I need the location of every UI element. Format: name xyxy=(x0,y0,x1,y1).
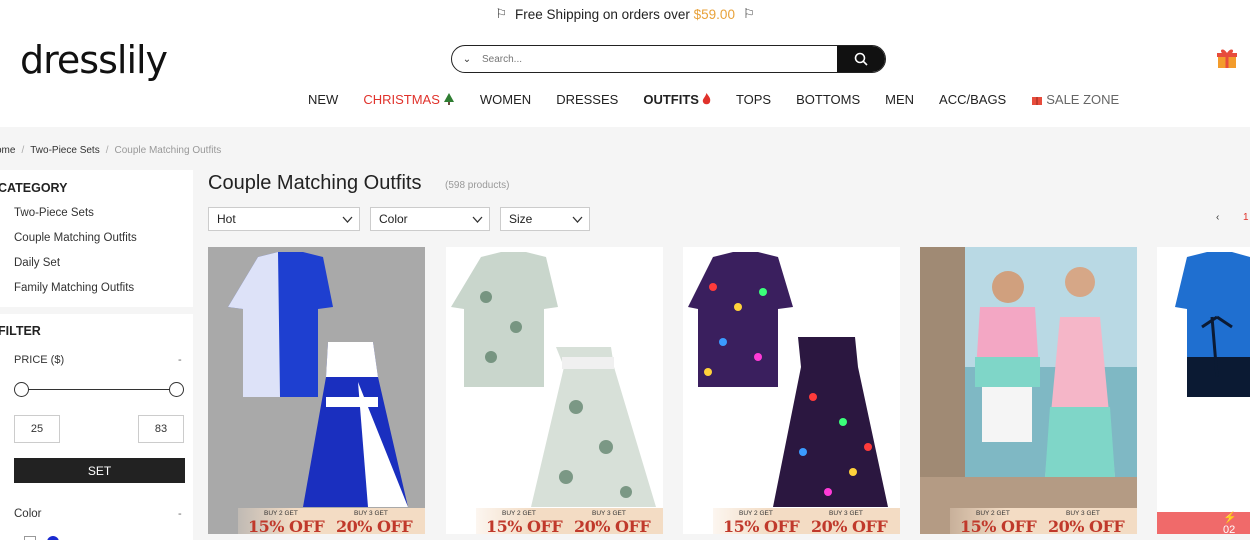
nav-new[interactable]: NEW xyxy=(308,92,338,107)
nav-men[interactable]: MEN xyxy=(885,92,914,107)
color-dropdown-label: Color xyxy=(379,212,408,226)
flag-icon: ⚐ xyxy=(495,6,508,21)
sort-dropdown[interactable]: Hot xyxy=(208,207,360,231)
category-item[interactable]: Two-Piece Sets xyxy=(14,207,94,219)
product-image xyxy=(208,247,425,534)
product-card[interactable]: BUY 2 GET BUY 3 GET 15% OFF 20% OFF xyxy=(683,247,900,534)
category-item[interactable]: Couple Matching Outfits xyxy=(14,232,137,244)
nav-acc-bags[interactable]: ACC/BAGS xyxy=(939,92,1006,107)
category-item[interactable]: Family Matching Outfits xyxy=(14,282,134,294)
size-dropdown[interactable]: Size xyxy=(500,207,590,231)
category-title: CATEGORY xyxy=(0,181,68,195)
badge-small: BUY 2 GET xyxy=(739,510,773,517)
badge-small: BUY 2 GET xyxy=(264,510,298,517)
breadcrumb-parent[interactable]: Two-Piece Sets xyxy=(30,145,99,156)
breadcrumb-current: Couple Matching Outfits xyxy=(114,145,222,156)
product-image xyxy=(446,247,663,534)
nav-sale-label: SALE ZONE xyxy=(1046,91,1120,107)
sort-value: Hot xyxy=(217,212,236,226)
badge-small: BUY 3 GET xyxy=(592,510,626,517)
logo[interactable]: dresslily xyxy=(20,38,168,82)
product-card[interactable]: BUY 2 GET BUY 3 GET 15% OFF 20% OFF xyxy=(920,247,1137,534)
badge-small: BUY 3 GET xyxy=(354,510,388,517)
color-filter-label: Color xyxy=(14,508,42,520)
search-icon xyxy=(854,52,868,66)
badge-off: 20% OFF xyxy=(1048,517,1125,534)
pager-page[interactable]: 1 xyxy=(1243,212,1249,223)
badge-small: BUY 3 GET xyxy=(1066,510,1100,517)
badge-small: BUY 2 GET xyxy=(502,510,536,517)
product-image xyxy=(920,247,1137,534)
gift-icon[interactable] xyxy=(1214,47,1240,69)
nav-tops[interactable]: TOPS xyxy=(736,92,771,107)
product-image xyxy=(683,247,900,534)
chevron-down-icon xyxy=(342,216,353,223)
badge-off: 20% OFF xyxy=(811,517,888,534)
nav-christmas-label: CHRISTMAS xyxy=(363,91,440,107)
nav-christmas[interactable]: CHRISTMAS xyxy=(363,92,455,107)
promo-badge: BUY 2 GET BUY 3 GET 15% OFF 20% OFF xyxy=(476,508,663,534)
size-dropdown-label: Size xyxy=(509,212,533,226)
page-title: Couple Matching Outfits xyxy=(208,172,422,194)
badge-off: 15% OFF xyxy=(723,517,800,534)
badge-off: 15% OFF xyxy=(248,517,325,534)
product-card[interactable]: BUY 2 GET BUY 3 GET 15% OFF 20% OFF xyxy=(208,247,425,534)
main-nav: NEW CHRISTMAS WOMEN DRESSES OUTFITS TOPS… xyxy=(308,90,1144,108)
chevron-down-icon xyxy=(472,216,483,223)
chevron-down-icon xyxy=(572,216,583,223)
badge-small: BUY 2 GET xyxy=(976,510,1010,517)
price-slider-max-handle[interactable] xyxy=(169,382,184,397)
nav-outfits[interactable]: OUTFITS xyxy=(643,92,711,107)
promo-badge: BUY 2 GET BUY 3 GET 15% OFF 20% OFF xyxy=(238,508,425,534)
price-max-input[interactable]: 83 xyxy=(138,415,184,443)
badge-off: 20% OFF xyxy=(574,517,651,534)
search-bar[interactable]: ⌄ xyxy=(451,45,886,73)
product-count: (598 products) xyxy=(445,180,510,191)
promo-badge: BUY 2 GET BUY 3 GET 15% OFF 20% OFF xyxy=(713,508,900,534)
color-dropdown[interactable]: Color xyxy=(370,207,490,231)
color-checkbox[interactable] xyxy=(24,536,36,540)
nav-outfits-label: OUTFITS xyxy=(643,91,699,107)
promo-bar[interactable]: ⚐ Free Shipping on orders over $59.00 ⚐ xyxy=(0,0,1250,28)
gift-icon xyxy=(1032,96,1043,105)
set-price-button[interactable]: SET xyxy=(14,458,185,483)
tree-icon xyxy=(443,92,454,105)
flash-sale-bar: ⚡ 02 xyxy=(1157,512,1250,534)
breadcrumb-home[interactable]: ome xyxy=(0,145,15,156)
badge-off: 15% OFF xyxy=(486,517,563,534)
price-label: PRICE ($) xyxy=(14,354,65,366)
flame-icon xyxy=(702,93,711,105)
badge-small: BUY 3 GET xyxy=(829,510,863,517)
breadcrumb-sep: / xyxy=(21,145,25,156)
search-input[interactable] xyxy=(482,53,837,65)
promo-text: Free Shipping on orders over $59.00 xyxy=(515,6,735,22)
badge-off: 15% OFF xyxy=(960,517,1037,534)
price-slider-track[interactable] xyxy=(22,389,177,390)
nav-women[interactable]: WOMEN xyxy=(480,92,531,107)
flag-icon: ⚐ xyxy=(742,6,755,21)
price-collapse-toggle[interactable]: - xyxy=(178,354,182,366)
badge-off: 20% OFF xyxy=(336,517,413,534)
nav-dresses[interactable]: DRESSES xyxy=(556,92,618,107)
promo-amount: $59.00 xyxy=(693,6,735,22)
color-collapse-toggle[interactable]: - xyxy=(178,508,182,520)
breadcrumb: ome / Two-Piece Sets / Couple Matching O… xyxy=(0,145,221,156)
breadcrumb-sep: / xyxy=(105,145,109,156)
chevron-down-icon[interactable]: ⌄ xyxy=(452,54,482,65)
pager-prev[interactable]: ‹ xyxy=(1216,212,1219,223)
promo-badge: BUY 2 GET BUY 3 GET 15% OFF 20% OFF xyxy=(950,508,1137,534)
price-slider-min-handle[interactable] xyxy=(14,382,29,397)
nav-bottoms[interactable]: BOTTOMS xyxy=(796,92,860,107)
search-button[interactable] xyxy=(837,46,885,72)
product-image xyxy=(1157,247,1250,534)
category-item[interactable]: Daily Set xyxy=(14,257,60,269)
product-card[interactable]: ⚡ 02 xyxy=(1157,247,1250,534)
product-card[interactable]: BUY 2 GET BUY 3 GET 15% OFF 20% OFF xyxy=(446,247,663,534)
price-min-input[interactable]: 25 xyxy=(14,415,60,443)
nav-sale-zone[interactable]: SALE ZONE xyxy=(1031,92,1119,107)
filter-title: FILTER xyxy=(0,324,41,338)
